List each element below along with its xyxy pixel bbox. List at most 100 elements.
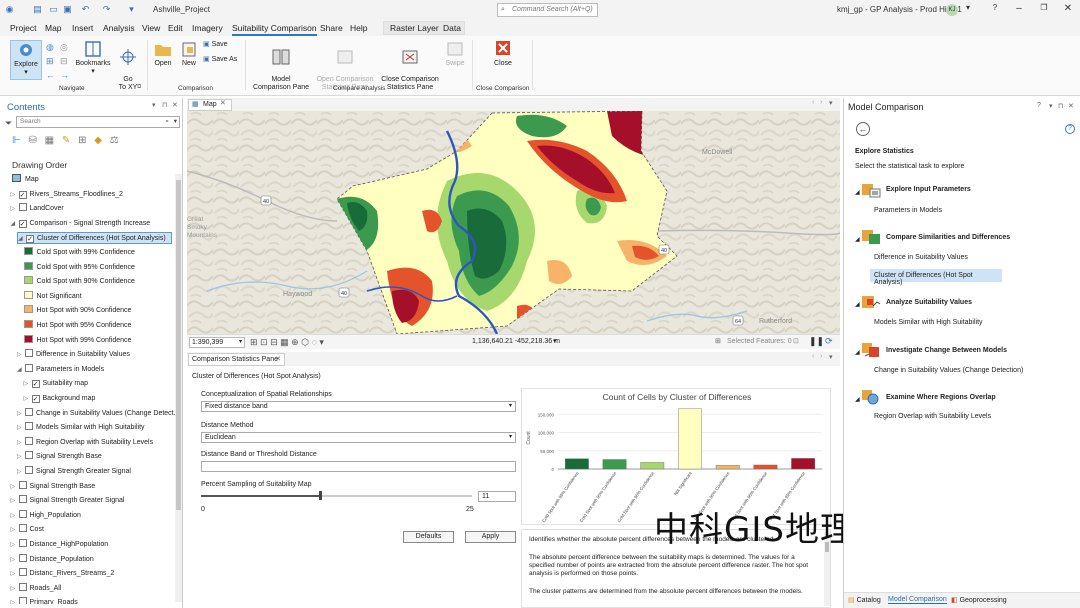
layer-item[interactable]: ▷ Signal Strength Base	[11, 480, 95, 493]
section-investigate-change[interactable]: Investigate Change Between Models	[886, 347, 1007, 354]
expand-toggle-icon[interactable]: ▷	[24, 378, 32, 390]
scale-dropdown-icon[interactable]: ▾	[239, 338, 242, 347]
legend-item[interactable]: Hot Spot with 99% Confidence	[23, 334, 131, 347]
search-dropdown-icon[interactable]: ▾	[174, 117, 177, 127]
close-window-icon[interactable]: ✕	[1061, 3, 1075, 14]
visibility-checkbox[interactable]: ✓	[31, 380, 40, 389]
apply-button[interactable]: Apply	[465, 531, 516, 543]
swipe-button[interactable]: Swipe	[442, 40, 468, 68]
new-project-icon[interactable]: ▤	[32, 4, 43, 15]
layer-item[interactable]: ▷ Change in Suitability Values (Change De…	[17, 407, 176, 420]
expand-toggle-icon[interactable]: ▷	[11, 524, 19, 536]
tab-project[interactable]: Project	[10, 23, 36, 33]
map-view[interactable]: McDowell Great Smoky Mountains Haywood R…	[187, 111, 840, 334]
expand-toggle-icon[interactable]: ◢	[17, 364, 25, 376]
layer-item[interactable]: ◢ ✓ Cluster of Differences (Hot Spot Analy…	[17, 232, 172, 245]
help-icon[interactable]: ?	[988, 3, 1002, 12]
layer-item[interactable]: ▷ Distance_Population	[11, 553, 94, 566]
contents-search-input[interactable]: Search ⌕ ▾	[16, 116, 180, 128]
tab-comparison-statistics[interactable]: Comparison Statistics Pane ✕	[188, 353, 285, 366]
customize-toolbar-icon[interactable]: ▾	[126, 4, 137, 15]
tab-data[interactable]: Data	[443, 23, 461, 33]
slider-thumb[interactable]	[319, 491, 323, 500]
visibility-checkbox[interactable]: ✓	[26, 235, 34, 244]
expand-toggle-icon[interactable]: ▷	[11, 539, 19, 551]
close-pane-icon[interactable]: ✕	[1068, 102, 1074, 110]
section-explore-input-parameters[interactable]: Explore Input Parameters	[886, 186, 971, 193]
full-extent-icon[interactable]: ◍	[46, 42, 54, 53]
percent-sampling-input[interactable]: 11	[478, 491, 516, 502]
close-comparison-button[interactable]: Close	[490, 40, 516, 68]
zoom-in-icon[interactable]: ⊞	[46, 56, 54, 67]
tab-raster-layer[interactable]: Raster Layer	[390, 23, 439, 33]
help-icon[interactable]: ?	[1037, 102, 1041, 109]
expand-toggle-icon[interactable]: ▷	[17, 349, 25, 361]
expand-toggle-icon[interactable]: ▷	[17, 408, 25, 420]
list-by-source-icon[interactable]: ⛁	[29, 135, 37, 146]
expand-toggle-icon[interactable]: ▷	[11, 189, 19, 201]
tab-geoprocessing[interactable]: ◧ Geoprocessing	[951, 596, 1007, 604]
visibility-checkbox[interactable]	[18, 597, 27, 604]
open-comparison-button[interactable]: Open	[151, 40, 175, 68]
save-project-icon[interactable]: ▣	[62, 4, 73, 15]
layer-item[interactable]: ▷ LandCover	[11, 203, 64, 215]
tab-view[interactable]: View	[142, 23, 160, 33]
info-icon[interactable]: ?	[1065, 124, 1075, 134]
expand-toggle-icon[interactable]: ▷	[11, 510, 19, 522]
task-difference-in-suitability[interactable]: Difference in Suitability Values	[874, 254, 968, 261]
close-tab-icon[interactable]: ✕	[275, 354, 281, 365]
visibility-checkbox[interactable]	[25, 349, 33, 358]
visibility-checkbox[interactable]	[25, 436, 33, 445]
chevron-down-icon[interactable]: ◢	[855, 189, 860, 196]
list-by-drawing-order-icon[interactable]: ⊩	[12, 135, 21, 146]
tab-model-comparison[interactable]: Model Comparison	[888, 596, 947, 604]
expand-toggle-icon[interactable]: ▷	[11, 203, 19, 215]
expand-toggle-icon[interactable]: ▷	[11, 481, 19, 493]
layer-item[interactable]: ▷ Distance_HighPopulation	[11, 539, 108, 551]
tab-suitability-comparison[interactable]: Suitability Comparison	[232, 23, 317, 36]
expand-toggle-icon[interactable]: ▷	[24, 393, 32, 405]
tab-imagery[interactable]: Imagery	[192, 23, 223, 33]
close-tab-icon[interactable]: ✕	[220, 99, 226, 107]
visibility-checkbox[interactable]	[18, 203, 27, 212]
visibility-checkbox[interactable]	[18, 524, 27, 533]
expand-toggle-icon[interactable]: ▷	[11, 597, 19, 604]
list-by-selection-icon[interactable]: ▦	[45, 135, 54, 146]
legend-item[interactable]: Hot Spot with 90% Confidence	[23, 305, 131, 317]
layer-item[interactable]: ▷ Signal Strength Base	[17, 451, 102, 463]
auto-hide-icon[interactable]: ⊓	[162, 101, 167, 109]
distance-band-input[interactable]	[201, 461, 516, 472]
expand-toggle-icon[interactable]: ▷	[17, 422, 25, 434]
tab-list-icon[interactable]: ▾	[829, 353, 833, 361]
layer-item[interactable]: ◢ ✓ Comparison - Signal Strength Increase	[11, 218, 150, 230]
tab-help[interactable]: Help	[350, 23, 367, 33]
layer-item[interactable]: ▷ ✓ Background map	[24, 393, 95, 405]
back-icon[interactable]: ←	[856, 122, 870, 136]
legend-item[interactable]: Not Significant	[23, 290, 82, 303]
visibility-checkbox[interactable]	[25, 466, 33, 474]
chevron-down-icon[interactable]: ◢	[855, 236, 860, 243]
visibility-checkbox[interactable]: ✓	[18, 190, 27, 199]
map-scale-input[interactable]: 1:390,399 ▾	[189, 337, 245, 348]
expand-toggle-icon[interactable]: ▷	[11, 583, 19, 595]
tab-scroll-right-icon[interactable]: ›	[820, 99, 822, 106]
explore-button[interactable]: Explore ▾	[10, 40, 42, 80]
legend-item[interactable]: Cold Spot with 95% Confidence	[23, 261, 135, 274]
task-change-in-suitability[interactable]: Change in Suitability Values (Change Det…	[874, 367, 1023, 374]
layer-item[interactable]: ▷ ✓ Rivers_Streams_Floodlines_2	[11, 189, 123, 201]
layer-item[interactable]: ▷ Models Similar with High Suitability	[17, 422, 145, 434]
model-comparison-pane-button[interactable]: Model Comparison Pane	[252, 40, 310, 92]
project-name[interactable]: Ashville_Project	[153, 5, 210, 14]
layer-item[interactable]: ▷ ✓ Suitability map	[24, 378, 88, 390]
task-models-similar-high-suitability[interactable]: Models Similar with High Suitability	[874, 319, 983, 326]
selected-features-count[interactable]: Selected Features: 0	[727, 338, 792, 345]
command-search-input[interactable]: ⌕ Command Search (Alt+Q)	[497, 3, 598, 17]
visibility-checkbox[interactable]	[18, 539, 27, 547]
tab-insert[interactable]: Insert	[72, 23, 93, 33]
chevron-down-icon[interactable]: ◢	[855, 396, 860, 403]
bookmarks-button[interactable]: Bookmarks ▾	[75, 40, 111, 76]
section-region-overlap[interactable]: Examine Where Regions Overlap	[886, 394, 996, 401]
expand-toggle-icon[interactable]: ◢	[18, 233, 26, 245]
legend-item[interactable]: Hot Spot with 95% Confidence	[23, 320, 131, 332]
tab-analysis[interactable]: Analysis	[103, 23, 135, 33]
